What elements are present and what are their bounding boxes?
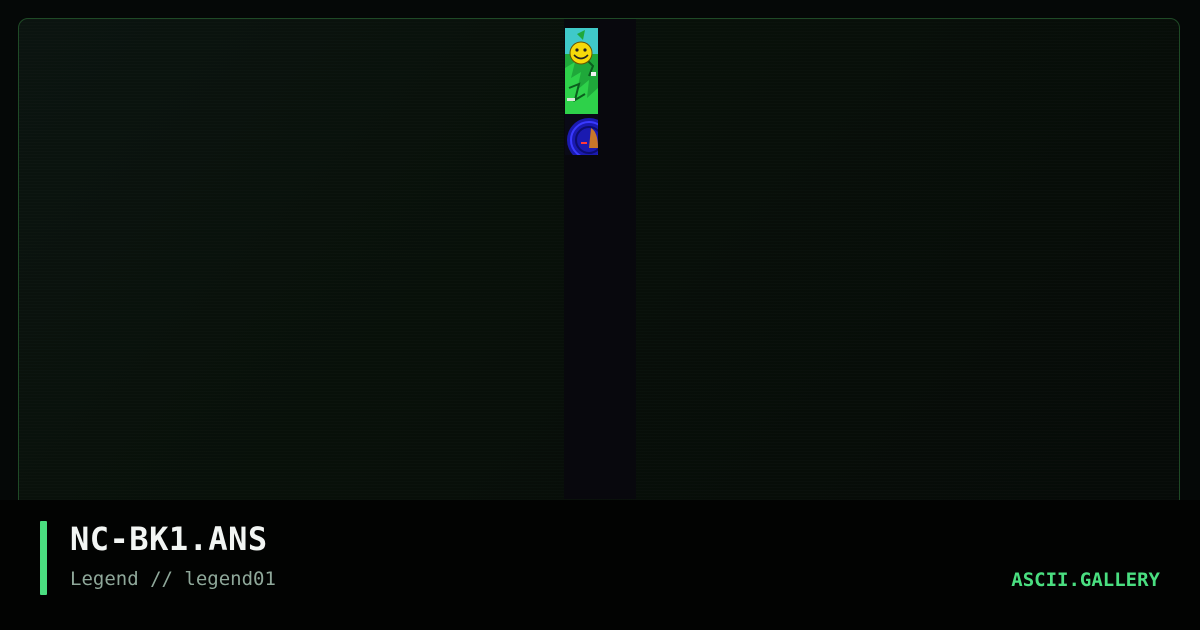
artwork-byline: Legend // legend01	[70, 568, 276, 590]
accent-bar	[40, 521, 47, 595]
ansi-art-thumbnail	[565, 28, 598, 155]
site-brand: ASCII.GALLERY	[1011, 569, 1160, 591]
artwork-title: NC-BK1.ANS	[70, 520, 268, 558]
info-bar: NC-BK1.ANS Legend // legend01 ASCII.GALL…	[0, 500, 1200, 630]
